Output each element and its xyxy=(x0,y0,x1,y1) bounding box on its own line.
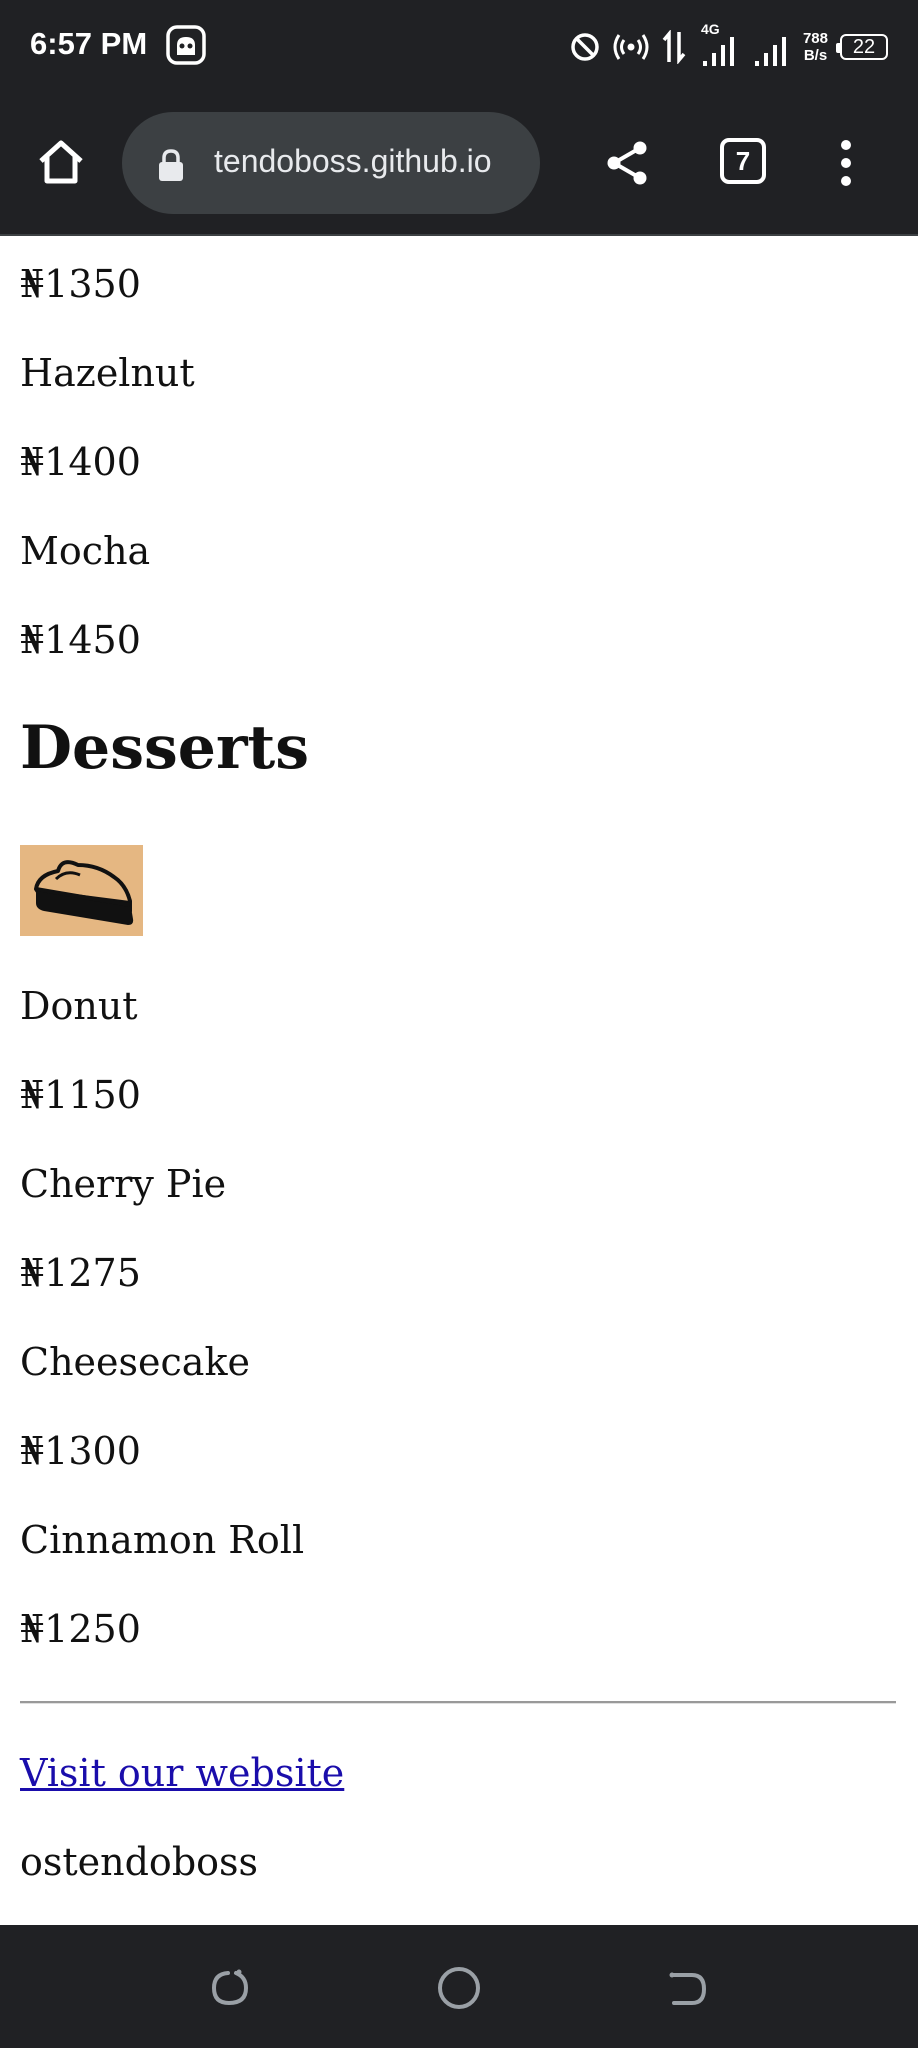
menu-item-name: Mocha xyxy=(20,529,151,573)
price-text: ₦1275 xyxy=(20,1251,141,1295)
system-nav-bar xyxy=(0,1925,918,2048)
menu-item-name: Cherry Pie xyxy=(20,1162,227,1206)
speed-value: 788 xyxy=(802,30,828,47)
menu-item-name: Cinnamon Roll xyxy=(20,1518,305,1562)
back-icon[interactable] xyxy=(664,1965,710,2011)
speed-unit: B/s xyxy=(803,47,828,64)
battery-level: 22 xyxy=(852,35,876,58)
home-icon[interactable] xyxy=(36,137,86,187)
address-bar[interactable]: tendoboss.github.io xyxy=(122,112,540,214)
price-text: ₦1350 xyxy=(20,262,141,306)
footer-author: ostendoboss xyxy=(20,1840,259,1884)
signal-icon xyxy=(754,37,786,66)
price-text: ₦1250 xyxy=(20,1607,141,1651)
price-text: ₦1150 xyxy=(20,1073,141,1117)
section-heading-desserts: Desserts xyxy=(20,713,310,783)
do-not-disturb-icon xyxy=(571,33,599,61)
recents-icon[interactable] xyxy=(206,1965,252,2011)
status-time: 6:57 PM xyxy=(30,26,148,61)
hotspot-icon xyxy=(613,34,649,60)
horizontal-rule xyxy=(20,1701,896,1704)
app-notification-icon xyxy=(166,25,206,65)
url-text: tendoboss.github.io xyxy=(214,143,492,179)
network-speed: 788 B/s xyxy=(803,30,828,64)
menu-item-name: Cheesecake xyxy=(20,1340,250,1384)
pie-slice-image xyxy=(20,845,143,936)
tab-switcher-icon[interactable]: 7 xyxy=(720,138,766,184)
status-bar: 6:57 PM 4G 788 B/s 22 xyxy=(0,0,918,94)
browser-toolbar: tendoboss.github.io 7 xyxy=(0,94,918,236)
battery-icon: 22 xyxy=(836,34,888,60)
menu-item-name: Hazelnut xyxy=(20,351,195,395)
price-text: ₦1400 xyxy=(20,440,141,484)
price-text: ₦1300 xyxy=(20,1429,141,1473)
menu-item-name: Donut xyxy=(20,984,138,1028)
home-circle-icon[interactable] xyxy=(436,1965,482,2011)
more-vert-icon[interactable] xyxy=(834,138,858,188)
lock-icon xyxy=(159,149,183,181)
tab-count: 7 xyxy=(735,145,751,176)
share-icon[interactable] xyxy=(604,139,652,187)
status-icons: 4G 788 B/s 22 xyxy=(569,21,888,70)
data-transfer-icon xyxy=(662,30,686,64)
price-text: ₦1450 xyxy=(20,618,141,662)
signal-icon: 4G xyxy=(699,21,739,67)
visit-website-link[interactable]: Visit our website xyxy=(20,1750,344,1796)
